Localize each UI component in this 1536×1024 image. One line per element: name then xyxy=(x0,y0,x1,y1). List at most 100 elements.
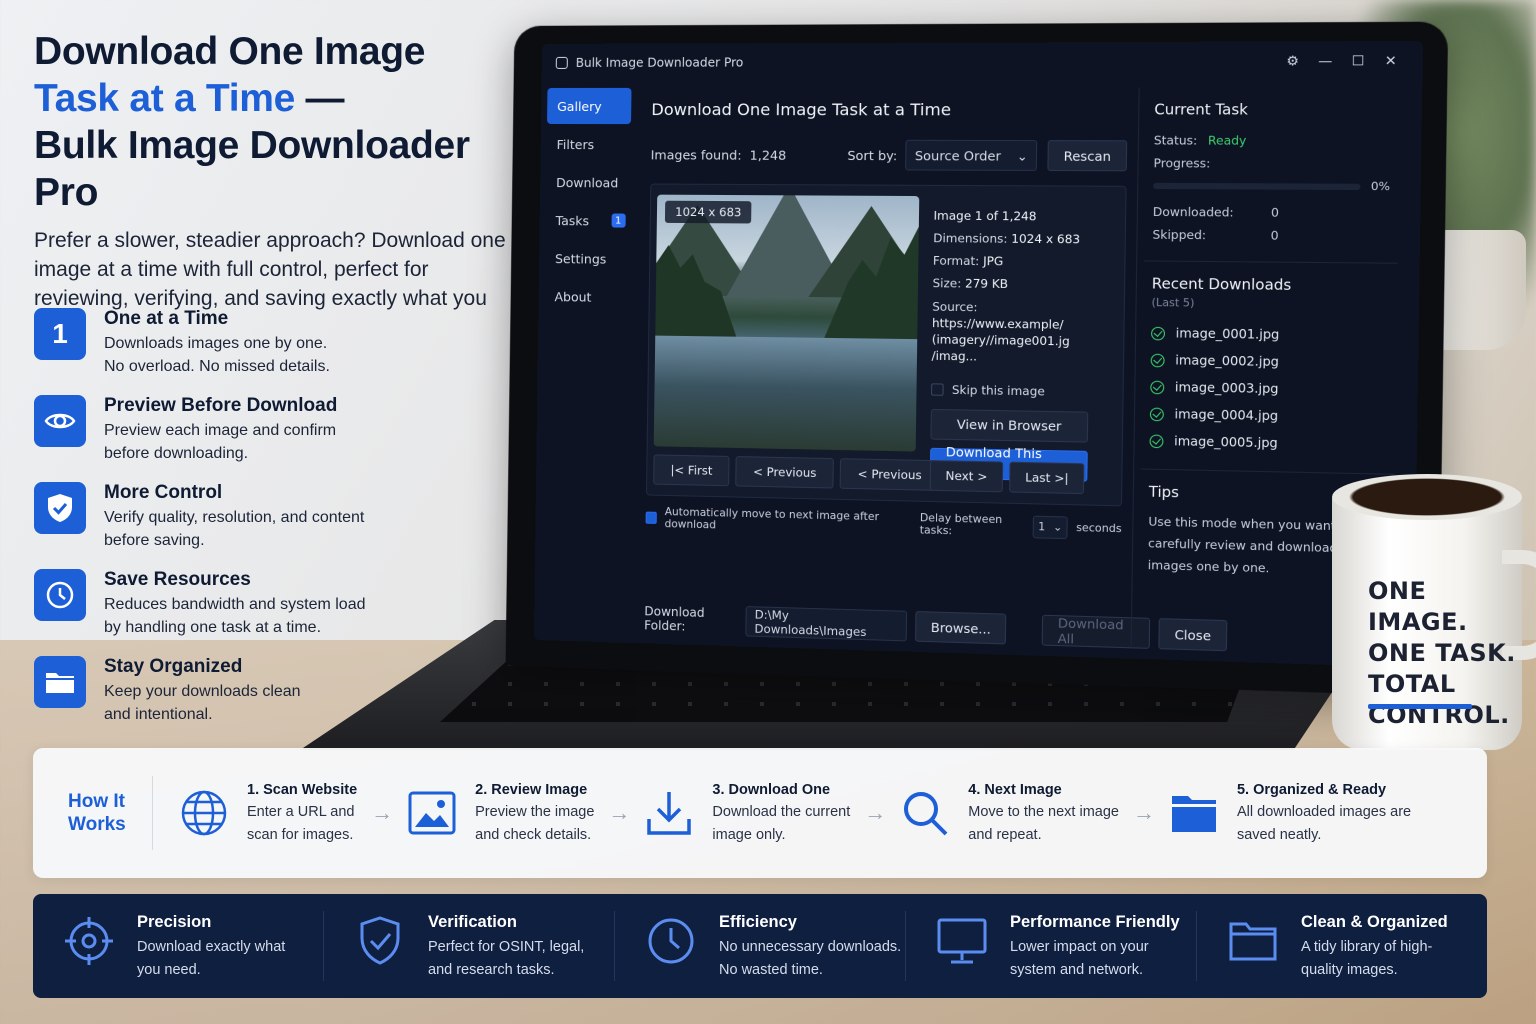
auto-options: Automatically move to next image after d… xyxy=(645,506,1121,542)
monitor-icon xyxy=(936,915,988,967)
benefit-desc: No unnecessary downloads. No wasted time. xyxy=(719,936,901,982)
current-task-title: Current Task xyxy=(1154,102,1391,119)
list-item[interactable]: image_0003.jpg xyxy=(1150,373,1387,404)
check-circle-icon xyxy=(1150,407,1164,421)
hero-title-line1: Download One Image xyxy=(34,30,425,73)
status-badge: Ready xyxy=(1208,129,1247,152)
chevron-down-icon: ⌄ xyxy=(1017,148,1028,163)
benefit-title: Performance Friendly xyxy=(1010,911,1180,933)
step-desc: Enter a URL and scan for images. xyxy=(247,801,357,847)
dimensions-row: Dimensions: 1024 x 683 xyxy=(933,227,1112,251)
maximize-icon[interactable]: ☐ xyxy=(1341,53,1374,69)
auto-move-checkbox[interactable] xyxy=(646,512,657,524)
how-it-works: How It Works 1. Scan Website Enter a URL … xyxy=(33,748,1487,878)
downloaded-row: Downloaded: 0 xyxy=(1153,200,1390,224)
image-preview[interactable]: 1024 x 683 xyxy=(654,195,920,452)
feature-item: More Control Verify quality, resolution,… xyxy=(34,482,494,542)
download-folder-input[interactable]: D:\My Downloads\Images xyxy=(745,606,907,641)
delay-select[interactable]: 1 ⌄ xyxy=(1033,516,1068,539)
size-row: Size: 279 KB xyxy=(932,272,1111,296)
shield-check-icon xyxy=(354,915,406,967)
step-title: 2. Review Image xyxy=(475,779,594,801)
folder-icon xyxy=(34,656,86,708)
list-item[interactable]: image_0001.jpg xyxy=(1151,320,1388,350)
check-circle-icon xyxy=(1151,353,1165,367)
dimension-badge: 1024 x 683 xyxy=(665,201,752,224)
first-button[interactable]: |< First xyxy=(653,454,730,486)
list-item[interactable]: image_0002.jpg xyxy=(1151,346,1388,377)
window-title: Bulk Image Downloader Pro xyxy=(576,55,744,69)
navigation-buttons: |< First < Previous < Previous xyxy=(653,454,939,491)
step-title: 3. Download One xyxy=(712,779,850,801)
last-button[interactable]: Last >| xyxy=(1009,462,1084,494)
sidebar-item-label: Download xyxy=(556,175,618,190)
list-item[interactable]: image_0005.jpg xyxy=(1149,427,1386,459)
feature-title: Save Resources xyxy=(104,569,366,591)
sidebar-item-label: Tasks xyxy=(556,213,590,228)
sidebar-item-tasks[interactable]: Tasks 1 xyxy=(545,202,630,239)
sidebar-item-filters[interactable]: Filters xyxy=(546,126,631,162)
image-preview-panel: 1024 x 683 Image 1 of 1,248 Dimensions: … xyxy=(646,184,1127,507)
benefit-title: Efficiency xyxy=(719,911,901,933)
app-window: Bulk Image Downloader Pro ⚙ — ☐ ✕ Galler… xyxy=(534,41,1423,668)
chevron-down-icon: ⌄ xyxy=(1053,521,1062,534)
feature-item: Save Resources Reduces bandwidth and sys… xyxy=(34,569,494,629)
next-button[interactable]: Next > xyxy=(930,460,1004,492)
rescan-button[interactable]: Rescan xyxy=(1048,140,1128,171)
previous-button-secondary[interactable]: < Previous xyxy=(840,458,940,491)
previous-button[interactable]: < Previous xyxy=(736,456,835,489)
benefit-item: Performance Friendly Lower impact on you… xyxy=(906,911,1197,981)
sidebar-item-settings[interactable]: Settings xyxy=(545,240,630,277)
feature-title: One at a Time xyxy=(104,308,330,330)
view-in-browser-button[interactable]: View in Browser xyxy=(930,409,1088,443)
sidebar-item-about[interactable]: About xyxy=(544,278,629,315)
clock-icon xyxy=(34,569,86,621)
step-item: 5. Organized & Ready All downloaded imag… xyxy=(1169,778,1411,848)
eye-icon xyxy=(34,395,86,447)
sidebar-item-download[interactable]: Download xyxy=(546,164,631,201)
folder-label: Download Folder: xyxy=(644,604,737,635)
skipped-row: Skipped: 0 xyxy=(1152,223,1389,248)
settings-gear-icon[interactable]: ⚙ xyxy=(1276,53,1309,69)
benefit-item: Efficiency No unnecessary downloads. No w… xyxy=(615,911,906,981)
check-circle-icon xyxy=(1151,326,1165,340)
sidebar-item-label: Filters xyxy=(557,137,595,152)
how-it-works-label: How It Works xyxy=(33,776,153,850)
sidebar-item-label: Settings xyxy=(555,251,606,267)
hero-title: Download One Image Task at a Time — Bulk… xyxy=(34,28,514,216)
globe-icon xyxy=(179,788,229,838)
sidebar-item-label: About xyxy=(554,289,591,304)
progress-bar: 0% xyxy=(1153,179,1390,194)
images-found-value: 1,248 xyxy=(750,147,787,162)
clock-icon xyxy=(645,915,697,967)
number-one-icon: 1 xyxy=(34,308,86,360)
sidebar-item-gallery[interactable]: Gallery xyxy=(547,88,632,124)
check-circle-icon xyxy=(1149,434,1163,448)
feature-item: Preview Before Download Preview each ima… xyxy=(34,395,494,455)
navigation-buttons-right: Next > Last >| xyxy=(930,460,1085,494)
benefit-desc: Lower impact on your system and network. xyxy=(1010,936,1180,982)
recent-downloads-subtitle: (Last 5) xyxy=(1151,297,1388,312)
crosshair-icon xyxy=(63,915,115,967)
step-title: 1. Scan Website xyxy=(247,779,357,801)
image-info: Image 1 of 1,248 Dimensions: 1024 x 683 … xyxy=(930,204,1113,482)
step-title: 5. Organized & Ready xyxy=(1237,779,1411,801)
close-icon[interactable]: ✕ xyxy=(1374,53,1407,69)
sort-select-value: Source Order xyxy=(915,147,1001,163)
delay-label: Delay between tasks: xyxy=(920,512,1025,539)
sidebar-item-label: Gallery xyxy=(557,98,602,113)
sort-select[interactable]: Source Order ⌄ xyxy=(905,140,1037,171)
minimize-icon[interactable]: — xyxy=(1309,53,1342,69)
browse-button[interactable]: Browse... xyxy=(915,611,1007,644)
progress-track xyxy=(1153,182,1360,189)
shield-check-icon xyxy=(34,482,86,534)
skip-image-checkbox[interactable]: Skip this image xyxy=(931,378,1110,404)
benefit-title: Verification xyxy=(428,911,584,933)
list-item[interactable]: image_0004.jpg xyxy=(1150,400,1387,431)
tasks-count-badge: 1 xyxy=(611,213,625,227)
auto-move-label: Automatically move to next image after d… xyxy=(664,506,903,536)
images-found-label: Images found: xyxy=(651,147,742,162)
feature-title: Stay Organized xyxy=(104,656,301,678)
step-item: 1. Scan Website Enter a URL and scan for … xyxy=(179,778,357,848)
checkbox-box[interactable] xyxy=(931,383,944,395)
